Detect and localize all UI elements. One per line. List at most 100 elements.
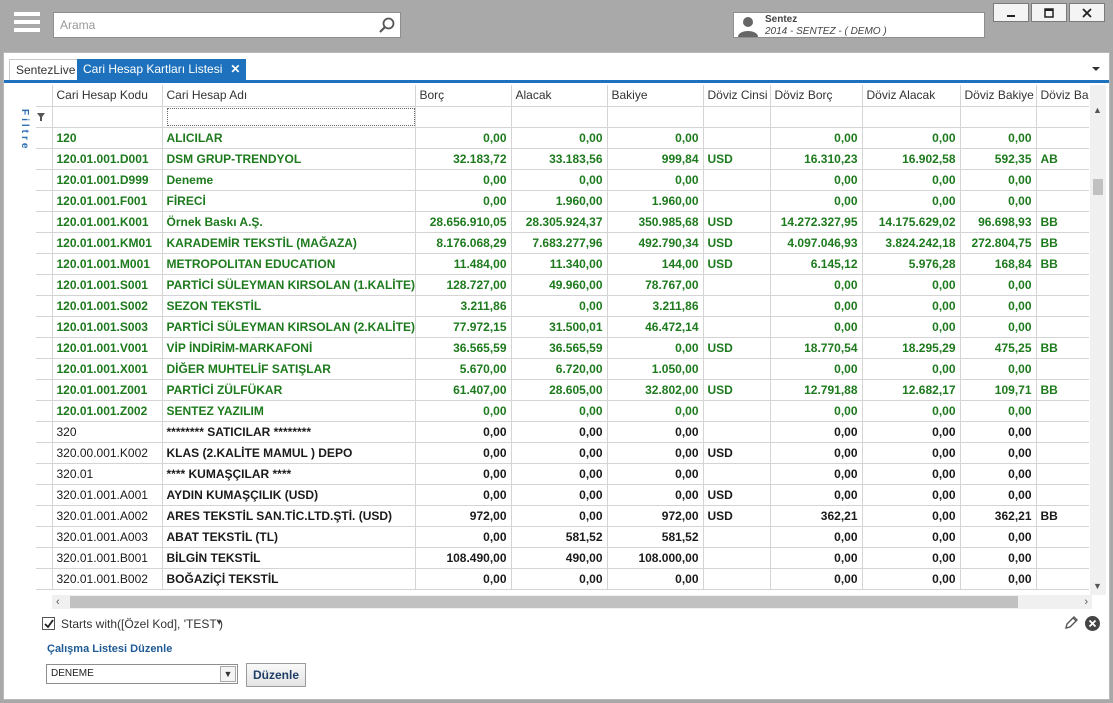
table-cell[interactable]: 0,00 [511, 484, 608, 506]
table-cell[interactable]: 3.211,86 [415, 295, 512, 317]
table-cell[interactable]: 0,00 [862, 400, 961, 422]
table-cell[interactable] [703, 127, 771, 149]
table-cell[interactable]: 120.01.001.Z002 [52, 400, 163, 422]
table-row[interactable]: 120.01.001.KM01 KARADEMİR TEKSTİL (MAĞAZA… [36, 232, 1089, 254]
row-selector[interactable] [36, 421, 53, 443]
table-cell[interactable]: 0,00 [960, 169, 1037, 191]
worklist-edit-link[interactable]: Çalışma Listesi Düzenle [47, 643, 172, 655]
table-cell[interactable]: 1.960,00 [607, 190, 704, 212]
table-cell[interactable]: 120.01.001.S002 [52, 295, 163, 317]
search-input[interactable] [54, 13, 374, 37]
table-cell[interactable]: 0,00 [511, 127, 608, 149]
table-cell[interactable]: USD [703, 505, 771, 527]
table-cell[interactable]: 120.01.001.K001 [52, 211, 163, 233]
table-cell[interactable]: 6.145,12 [770, 253, 863, 275]
column-header[interactable]: Alacak [511, 85, 608, 107]
table-cell[interactable]: 272.804,75 [960, 232, 1037, 254]
minimize-button[interactable] [993, 3, 1029, 22]
table-cell[interactable]: Deneme [162, 169, 416, 191]
table-cell[interactable]: USD [703, 442, 771, 464]
column-header[interactable]: Döviz Alacak [862, 85, 961, 107]
table-cell[interactable]: 581,52 [511, 526, 608, 548]
table-cell[interactable]: BB [1036, 505, 1089, 527]
table-cell[interactable]: 0,00 [415, 484, 512, 506]
row-selector[interactable] [36, 568, 53, 590]
table-cell[interactable]: BOĞAZİÇİ TEKSTİL [162, 568, 416, 590]
column-header[interactable]: Borç [415, 85, 512, 107]
filter-cell[interactable] [703, 106, 771, 128]
table-cell[interactable]: 320.01.001.B001 [52, 547, 163, 569]
table-row[interactable]: 120.01.001.V001 VİP İNDİRİM-MARKAFONİ 36.5… [36, 337, 1089, 359]
menu-icon[interactable] [14, 12, 40, 36]
scroll-up-icon[interactable]: ▲ [1093, 105, 1102, 115]
table-cell[interactable]: SENTEZ YAZILIM [162, 400, 416, 422]
table-cell[interactable] [703, 316, 771, 338]
table-cell[interactable]: 0,00 [770, 463, 863, 485]
table-cell[interactable]: ALICILAR [162, 127, 416, 149]
row-selector[interactable] [36, 211, 53, 233]
table-cell[interactable] [1036, 421, 1089, 443]
table-cell[interactable]: 0,00 [960, 127, 1037, 149]
table-cell[interactable]: 128.727,00 [415, 274, 512, 296]
table-cell[interactable]: 0,00 [607, 442, 704, 464]
table-cell[interactable]: ******** SATICILAR ******** [162, 421, 416, 443]
table-cell[interactable] [703, 274, 771, 296]
table-cell[interactable]: 0,00 [862, 463, 961, 485]
table-cell[interactable]: 3.824.242,18 [862, 232, 961, 254]
column-header[interactable]: Döviz Cinsi [703, 85, 771, 107]
table-cell[interactable]: 0,00 [770, 526, 863, 548]
table-cell[interactable]: 0,00 [770, 295, 863, 317]
table-cell[interactable]: 120 [52, 127, 163, 149]
table-cell[interactable]: 0,00 [415, 400, 512, 422]
table-cell[interactable]: 18.295,29 [862, 337, 961, 359]
table-cell[interactable]: 0,00 [607, 484, 704, 506]
table-cell[interactable]: 0,00 [960, 358, 1037, 380]
table-cell[interactable]: 46.472,14 [607, 316, 704, 338]
table-cell[interactable]: 33.183,56 [511, 148, 608, 170]
table-cell[interactable]: 120.01.001.V001 [52, 337, 163, 359]
table-row[interactable]: 120.01.001.D001 DSM GRUP-TRENDYOL 32.183,7… [36, 148, 1089, 170]
row-selector[interactable] [36, 442, 53, 464]
table-cell[interactable]: 0,00 [770, 547, 863, 569]
table-cell[interactable]: 7.683.277,96 [511, 232, 608, 254]
table-cell[interactable]: 0,00 [960, 547, 1037, 569]
column-header[interactable]: Döviz Bakiye [960, 85, 1037, 107]
table-cell[interactable]: 0,00 [960, 190, 1037, 212]
table-cell[interactable]: 31.500,01 [511, 316, 608, 338]
table-cell[interactable]: 592,35 [960, 148, 1037, 170]
table-cell[interactable]: 0,00 [511, 505, 608, 527]
table-row[interactable]: 320.01.001.B001 BİLGİN TEKSTİL 108.490,00 4… [36, 547, 1089, 569]
table-cell[interactable]: 109,71 [960, 379, 1037, 401]
table-cell[interactable] [703, 169, 771, 191]
table-cell[interactable]: 320.01 [52, 463, 163, 485]
table-cell[interactable] [1036, 547, 1089, 569]
table-cell[interactable]: USD [703, 379, 771, 401]
table-cell[interactable]: 0,00 [415, 442, 512, 464]
column-header[interactable]: Döviz Ba [1036, 85, 1089, 107]
table-cell[interactable]: PARTİCİ SÜLEYMAN KIRSOLAN (2.KALİTE) [162, 316, 416, 338]
table-cell[interactable]: 120.01.001.S003 [52, 316, 163, 338]
filter-cell-code[interactable] [52, 106, 163, 128]
table-cell[interactable] [1036, 568, 1089, 590]
table-cell[interactable]: 0,00 [770, 568, 863, 590]
column-header[interactable]: Cari Hesap Adı [162, 85, 416, 107]
table-cell[interactable]: 972,00 [607, 505, 704, 527]
row-selector[interactable] [36, 505, 53, 527]
filter-cell[interactable] [862, 106, 961, 128]
table-cell[interactable]: 0,00 [770, 484, 863, 506]
table-cell[interactable]: BB [1036, 232, 1089, 254]
table-cell[interactable]: ABAT TEKSTİL (TL) [162, 526, 416, 548]
table-cell[interactable]: 581,52 [607, 526, 704, 548]
table-row[interactable]: 120 ALICILAR 0,00 0,00 0,00 0,00 0,00 0,00 [36, 127, 1089, 149]
search-icon[interactable] [378, 16, 396, 34]
table-cell[interactable]: KLAS (2.KALİTE MAMUL ) DEPO [162, 442, 416, 464]
row-selector[interactable] [36, 148, 53, 170]
filter-cell[interactable] [415, 106, 512, 128]
table-cell[interactable] [703, 526, 771, 548]
table-cell[interactable]: 0,00 [607, 337, 704, 359]
table-cell[interactable] [703, 547, 771, 569]
table-cell[interactable]: 0,00 [415, 421, 512, 443]
table-row[interactable]: 320.01.001.B002 BOĞAZİÇİ TEKSTİL 0,00 0,00 0… [36, 568, 1089, 590]
name-filter-input[interactable] [166, 107, 414, 126]
table-cell[interactable]: 12.682,17 [862, 379, 961, 401]
